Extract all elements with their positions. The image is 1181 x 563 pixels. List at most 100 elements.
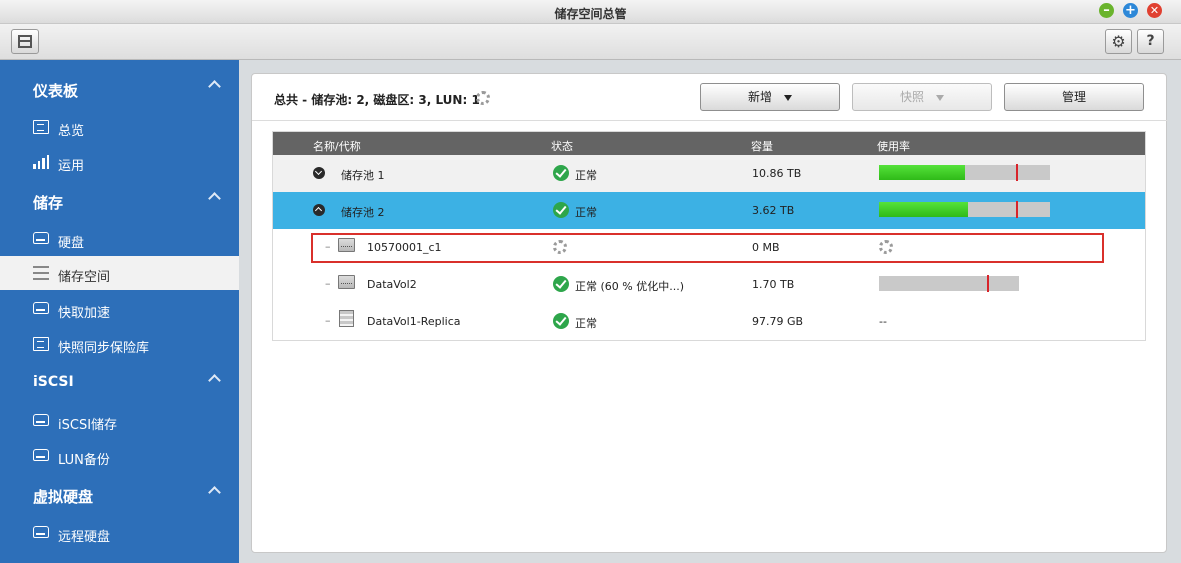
sidebar-item-disks[interactable]: 硬盘 — [0, 222, 239, 256]
summary-text: 总共 - 储存池: 2, 磁盘区: 3, LUN: 1 — [274, 93, 480, 107]
maximize-button[interactable]: + — [1123, 3, 1138, 18]
lun-icon — [339, 310, 354, 327]
row-name: 储存池 1 — [341, 169, 385, 182]
toolbar: ⚙ ? — [0, 24, 1181, 60]
row-status: 正常 — [575, 317, 597, 330]
expand-toggle-icon[interactable] — [313, 167, 325, 179]
usage-bar — [879, 275, 1019, 292]
usage-bar — [879, 164, 1050, 181]
manage-button[interactable]: 管理 — [1004, 83, 1144, 111]
sidebar: 仪表板 总览 运用 储存 硬盘 储存空间 快取加速 快照同步保险库 iSCSI … — [0, 60, 239, 563]
gear-icon: ⚙ — [1111, 32, 1126, 51]
sidebar-item-label: 快照同步保险库 — [58, 341, 150, 356]
threshold-marker — [986, 275, 989, 292]
sidebar-section-storage[interactable]: 储存 — [0, 184, 239, 218]
row-capacity: 10.86 TB — [752, 167, 802, 180]
row-capacity: 97.79 GB — [752, 315, 804, 328]
bar-chart-icon — [33, 155, 49, 169]
chevron-up-icon — [208, 192, 221, 205]
help-button[interactable]: ? — [1137, 29, 1164, 54]
minimize-button[interactable]: – — [1099, 3, 1114, 18]
close-button[interactable]: ✕ — [1147, 3, 1162, 18]
settings-button[interactable]: ⚙ — [1105, 29, 1132, 54]
status-ok-icon — [553, 165, 569, 181]
section-label: iSCSI — [33, 374, 74, 390]
highlight-annotation-box — [311, 233, 1104, 263]
section-label: 储存 — [33, 194, 64, 212]
sidebar-item-cache[interactable]: 快取加速 — [0, 292, 239, 326]
layout-icon — [18, 35, 32, 48]
remote-disk-icon — [33, 526, 49, 538]
row-status: 正常 — [575, 169, 597, 182]
sidebar-item-overview[interactable]: 总览 — [0, 110, 239, 144]
status-ok-icon — [553, 202, 569, 218]
main-panel: 总共 - 储存池: 2, 磁盘区: 3, LUN: 1 新增 快照 管理 名称/… — [251, 73, 1168, 553]
caret-down-icon — [936, 94, 944, 101]
snapshot-button[interactable]: 快照 — [852, 83, 992, 111]
sidebar-item-storage-space[interactable]: 储存空间 — [0, 256, 239, 290]
usage-bar-fill — [879, 165, 965, 180]
divider — [252, 120, 1168, 121]
chevron-up-icon — [208, 486, 221, 499]
iscsi-disk-icon — [33, 414, 49, 426]
status-ok-icon — [553, 313, 569, 329]
sidebar-item-remote-disk[interactable]: 远程硬盘 — [0, 516, 239, 550]
list-icon — [33, 120, 49, 134]
title-bar: 储存空间总管 – + ✕ — [0, 0, 1181, 24]
sidebar-section-iscsi[interactable]: iSCSI — [0, 366, 239, 400]
sidebar-item-snapshot-vault[interactable]: 快照同步保险库 — [0, 327, 239, 361]
threshold-marker — [1015, 201, 1018, 218]
tree-branch: – — [325, 277, 331, 290]
sidebar-section-dashboard[interactable]: 仪表板 — [0, 72, 239, 106]
row-status: 正常 — [575, 206, 597, 219]
sidebar-item-iscsi-storage[interactable]: iSCSI储存 — [0, 404, 239, 438]
table-row[interactable]: – DataVol2 正常 (60 % 优化中...) 1.70 TB — [273, 266, 1145, 303]
status-ok-icon — [553, 276, 569, 292]
column-header-capacity[interactable]: 容量 — [751, 138, 773, 154]
table-header: 名称/代称 状态 容量 使用率 — [273, 132, 1145, 155]
sidebar-item-label: 远程硬盘 — [58, 530, 111, 545]
usage-bar — [879, 201, 1050, 218]
sidebar-item-label: 总览 — [58, 124, 85, 139]
usage-bar-fill — [879, 202, 968, 217]
storage-stack-icon — [33, 266, 49, 280]
sidebar-item-label: 运用 — [58, 159, 85, 174]
new-button-label: 新增 — [747, 90, 772, 104]
table-row-selected[interactable]: 储存池 2 正常 3.62 TB — [273, 192, 1145, 229]
volume-icon — [338, 275, 355, 289]
collapse-toggle-icon[interactable] — [313, 204, 325, 216]
tree-branch: – — [325, 314, 331, 327]
caret-down-icon — [784, 94, 792, 101]
row-usage: -- — [879, 315, 887, 328]
layout-toggle-button[interactable] — [11, 29, 39, 54]
column-header-status[interactable]: 状态 — [551, 138, 573, 154]
sidebar-item-lun-backup[interactable]: LUN备份 — [0, 439, 239, 473]
disk-icon — [33, 232, 49, 244]
row-capacity: 3.62 TB — [752, 204, 795, 217]
chevron-up-icon — [208, 374, 221, 387]
snapshot-button-label: 快照 — [899, 90, 924, 104]
sidebar-section-virtual-disk[interactable]: 虚拟硬盘 — [0, 478, 239, 512]
table-row[interactable]: – DataVol1-Replica 正常 97.79 GB -- — [273, 303, 1145, 340]
column-header-usage[interactable]: 使用率 — [877, 138, 910, 154]
sidebar-item-label: 储存空间 — [58, 270, 111, 285]
vault-icon — [33, 337, 49, 351]
row-name: 储存池 2 — [341, 206, 385, 219]
window-title: 储存空间总管 — [554, 7, 627, 21]
table-row[interactable]: 储存池 1 正常 10.86 TB — [273, 155, 1145, 192]
column-header-name[interactable]: 名称/代称 — [313, 138, 361, 154]
lun-backup-icon — [33, 449, 49, 461]
sidebar-item-usage[interactable]: 运用 — [0, 145, 239, 179]
row-name: DataVol1-Replica — [367, 315, 461, 328]
sidebar-item-label: 快取加速 — [58, 306, 111, 321]
cache-icon — [33, 302, 49, 314]
loading-spinner-icon — [476, 91, 490, 105]
help-icon: ? — [1146, 33, 1155, 49]
section-label: 仪表板 — [33, 82, 79, 100]
sidebar-item-label: LUN备份 — [58, 453, 110, 468]
row-name: DataVol2 — [367, 278, 417, 291]
new-button[interactable]: 新增 — [700, 83, 840, 111]
row-capacity: 1.70 TB — [752, 278, 795, 291]
manage-button-label: 管理 — [1061, 90, 1086, 104]
section-label: 虚拟硬盘 — [33, 488, 94, 506]
